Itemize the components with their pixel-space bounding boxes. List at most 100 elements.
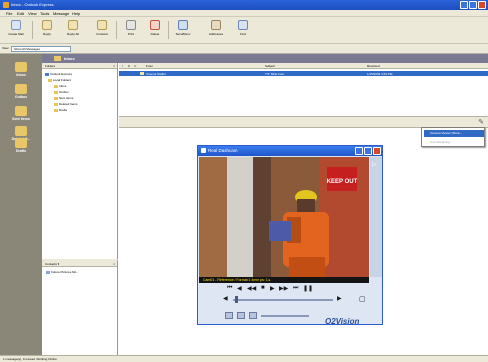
column-flag[interactable]: ▽ [134,64,136,68]
forward-label: Forward [96,32,108,36]
o2vision-logo: O2Vision [325,317,360,326]
send-receive-label: Send/Recv [175,32,191,36]
fast-forward-icon[interactable]: ▶▶ [279,285,288,292]
stop-icon[interactable]: ■ [261,285,265,291]
message-list-header: ! 0 ▽ From Subject Received [119,63,488,69]
window-title-bar: Inbox - Outlook Express [0,0,488,10]
player-controls: ⏮ ◀ ◀◀ ■ ▶ ▶▶ ⏭ ❚❚ ◀ ▶ ▢ O2Vision [199,284,381,326]
rewind-icon[interactable]: ◀◀ [247,285,256,292]
column-priority[interactable]: ! [122,64,123,68]
seek-slider-thumb[interactable] [235,296,238,303]
create-mail-label: Create Mail [8,32,24,36]
viewer-close-button[interactable] [373,147,381,155]
minimize-button[interactable] [460,1,468,9]
outlook-bar-inbox[interactable]: Inbox [2,62,40,77]
maximize-video-icon[interactable]: ▢ [359,295,366,303]
close-icon[interactable]: × [113,261,115,267]
folder-outlook-express[interactable]: Outlook Express [45,72,72,76]
folder-header-title: Inbox [64,56,75,61]
menu-bar: File Edit View Tools Message Help [0,10,488,17]
send-receive-icon [178,20,188,30]
folder-deleted-items[interactable]: Deleted Items [54,102,78,106]
close-icon[interactable]: × [113,63,115,69]
paperclip-icon[interactable]: ✎ [478,118,484,126]
send-receive-button[interactable]: Send/Recv [173,20,193,36]
outlook-bar-outbox[interactable]: Outbox [2,84,40,99]
zoom-icon[interactable] [249,312,257,319]
menu-file[interactable]: File [6,11,12,16]
delete-button[interactable]: Delete [145,20,165,36]
folder-label: Outbox [59,90,69,94]
envelope-icon [140,72,144,75]
first-frame-icon[interactable]: ⏮ [227,285,232,292]
contact-item[interactable]: Future Pictures Mo... [46,270,79,274]
create-mail-button[interactable]: Create Mail [6,20,26,36]
reply-all-icon [68,20,78,30]
volume-down-icon[interactable]: ◀ [223,295,228,302]
inbox-icon [54,56,61,61]
reply-all-label: Reply All [67,32,79,36]
column-attachment[interactable]: 0 [128,64,130,68]
find-label: Find [240,32,246,36]
forward-icon [97,20,107,30]
outlook-bar-label: Drafts [15,149,27,153]
folder-local-folders[interactable]: Local Folders [48,78,71,82]
side-arrow-icon[interactable]: ▷ [372,161,377,168]
menu-tools[interactable]: Tools [40,11,49,16]
contacts-header[interactable]: Contacts ▾ × [42,261,117,267]
volume-up-icon[interactable]: ▶ [337,295,342,302]
folders-pane: Folders × Outlook Express Local Folders … [42,63,118,259]
folders-header-label: Folders [45,64,56,68]
viewer-minimize-button[interactable] [355,147,363,155]
folder-inbox[interactable]: Inbox [54,84,66,88]
forward-button[interactable]: Forward [92,20,112,36]
menu-item-live-streaming[interactable]: Live Streaming... [424,139,484,146]
find-button[interactable]: Find [233,20,253,36]
addresses-button[interactable]: Addresses [206,20,226,36]
outlook-bar-sent-items[interactable]: Sent Items [2,106,40,121]
toolbar-separator [116,21,117,39]
status-bar: 1 message(s), 0 unread, Working Online [0,355,488,362]
zoom-slider[interactable] [261,315,309,317]
reply-all-button[interactable]: Reply All [63,20,83,36]
delete-label: Delete [150,32,160,36]
viewer-side-panel: ▷ [370,157,382,277]
maximize-button[interactable] [469,1,477,9]
menu-item-camera-viewer[interactable]: Camera Viewer (SD-E... [424,130,484,137]
keep-out-sign: KEEP OUT [327,179,358,185]
folder-drafts[interactable]: Drafts [54,108,67,112]
video-scene: KEEP OUT [199,157,369,277]
video-overlay-text: Cam01 - Reference / Format 1 4mm ps: 1 ▸ [199,277,369,283]
pause-icon[interactable]: ❚❚ [303,285,313,292]
reply-button[interactable]: Reply [37,20,57,36]
message-list: ! 0 ▽ From Subject Received Cinema Staff… [119,63,488,116]
viewer-title-bar[interactable]: Real Dashcam [198,146,382,156]
seek-slider[interactable] [233,299,333,301]
view-select[interactable]: Show All Messages [11,46,71,52]
column-subject[interactable]: Subject [265,64,275,68]
menu-message[interactable]: Message [53,11,69,16]
table-row[interactable]: Cinema Staffel TIT: Mitte Foto 1/15/2004… [119,71,488,76]
step-back-icon[interactable]: ◀ [237,285,242,292]
record-icon[interactable] [237,312,245,319]
viewer-maximize-button[interactable] [364,147,372,155]
folder-label: Sent Items [59,96,74,100]
snapshot-icon[interactable] [225,312,233,319]
folder-label: Outlook Express [50,72,73,76]
menu-edit[interactable]: Edit [17,11,24,16]
folders-header: Folders × [42,63,117,69]
column-received[interactable]: Received [367,64,380,68]
last-frame-icon[interactable]: ⏭ [293,285,298,292]
folder-sent-items[interactable]: Sent Items [54,96,73,100]
close-button[interactable] [478,1,486,9]
outlook-bar: Inbox Outbox Sent Items Deleted It... Dr… [0,54,42,355]
video-frame: KEEP OUT [199,157,369,277]
menu-view[interactable]: View [28,11,37,16]
menu-help[interactable]: Help [72,11,80,16]
outlook-bar-drafts[interactable]: Drafts [2,138,40,153]
print-button[interactable]: Print [121,20,141,36]
sent-items-icon [15,106,27,116]
column-from[interactable]: From [146,64,153,68]
play-icon[interactable]: ▶ [270,285,275,292]
folder-outbox[interactable]: Outbox [54,90,69,94]
